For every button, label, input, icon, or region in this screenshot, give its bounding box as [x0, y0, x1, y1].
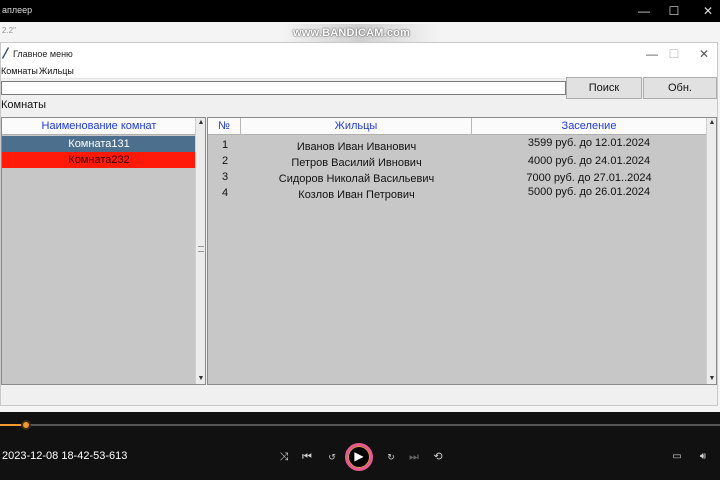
residents-header-row: № Жильцы Заселение	[208, 118, 706, 135]
subtitle-icon[interactable]: ▭	[668, 449, 686, 465]
table-row[interactable]: 1 Иванов Иван Иванович 3599 руб. до 12.0…	[208, 137, 706, 153]
table-row[interactable]: 4 Козлов Иван Петрович 5000 руб. до 26.0…	[208, 185, 706, 201]
refresh-button[interactable]: Обн.	[643, 77, 717, 99]
progress-track[interactable]	[0, 424, 720, 426]
cell-number: 2	[222, 155, 229, 167]
close-icon[interactable]: ✕	[700, 3, 716, 19]
table-row[interactable]: 3 Сидоров Николай Васильевич 7000 руб. д…	[208, 169, 706, 185]
room-row-alarm[interactable]: Комната232	[2, 152, 196, 168]
play-icon[interactable]: ▶	[345, 443, 373, 471]
repeat-icon[interactable]: ⟲	[429, 449, 447, 465]
col-header-residents[interactable]: Жильцы	[241, 118, 472, 135]
window-close-icon[interactable]: ✕	[695, 46, 713, 62]
maximize-icon[interactable]: ☐	[666, 3, 682, 19]
rewind-10-icon[interactable]: ↺	[323, 449, 341, 465]
residents-table[interactable]: № Жильцы Заселение 1 Иванов Иван Иванови…	[207, 117, 717, 385]
scroll-up-icon[interactable]: ▲	[196, 118, 206, 128]
window-title: Главное меню	[13, 49, 73, 59]
cell-resident: Козлов Иван Петрович	[298, 189, 415, 201]
menu-item-rooms[interactable]: Комнаты	[1, 66, 38, 76]
cell-number: 3	[222, 171, 229, 183]
forward-30-icon[interactable]: ↻	[382, 449, 400, 465]
shuffle-icon[interactable]: ⤨	[275, 449, 293, 465]
cell-number: 1	[222, 139, 229, 151]
scroll-down-icon[interactable]: ▼	[707, 374, 717, 384]
minimize-icon[interactable]: —	[636, 3, 652, 19]
scroll-down-icon[interactable]: ▼	[196, 374, 206, 384]
col-header-stay[interactable]: Заселение	[472, 118, 706, 135]
window-minimize-icon[interactable]: —	[643, 46, 661, 62]
rooms-scrollbar[interactable]: ▲ ▼	[195, 118, 205, 384]
menu-item-residents[interactable]: Жильцы	[39, 66, 74, 76]
cell-number: 4	[222, 187, 229, 199]
feather-icon	[1, 47, 9, 61]
room-row-selected[interactable]: Комната131	[2, 136, 196, 152]
search-input[interactable]	[1, 81, 566, 95]
rooms-column-header[interactable]: Наименование комнат	[2, 118, 196, 135]
player-controls: 2023-12-08 18-42-53-613 ⤨ ⏮ ↺ ▶ ↻ ⏭ ⟲ ▭ …	[0, 412, 720, 480]
next-icon[interactable]: ⏭	[405, 449, 423, 465]
main-menu-window: Главное меню — ☐ ✕ Комнаты Жильцы Поиск …	[0, 42, 718, 406]
residents-scrollbar[interactable]: ▲ ▼	[706, 118, 716, 384]
cell-stay: 5000 руб. до 26.01.2024	[527, 186, 651, 198]
bandicam-watermark: www.BANDICAM.com	[293, 27, 411, 39]
previous-icon[interactable]: ⏮	[298, 449, 316, 465]
window-titlebar: Главное меню — ☐ ✕	[1, 43, 717, 65]
volume-icon[interactable]: 🔊︎	[694, 449, 712, 465]
cell-stay: 4000 руб. до 24.01.2024	[527, 155, 651, 167]
window-maximize-icon[interactable]: ☐	[665, 46, 683, 62]
table-row[interactable]: 2 Петров Василий Ивнович 4000 руб. до 24…	[208, 153, 706, 169]
col-header-number[interactable]: №	[208, 118, 241, 135]
ghost-caption: 2.2"	[2, 26, 16, 35]
player-top-bar: аплеер — ☐ ✕	[0, 0, 720, 22]
timestamp-label: 2023-12-08 18-42-53-613	[2, 450, 128, 462]
player-title: аплеер	[2, 5, 33, 15]
rooms-list[interactable]: Наименование комнат Комната131 Комната23…	[1, 117, 206, 385]
rooms-section-label: Комнаты	[1, 99, 46, 111]
scroll-up-icon[interactable]: ▲	[707, 118, 717, 128]
scroll-grip-icon[interactable]	[198, 246, 204, 252]
progress-knob[interactable]	[21, 420, 31, 430]
search-button[interactable]: Поиск	[566, 77, 642, 99]
cell-stay: 3599 руб. до 12.01.2024	[527, 137, 651, 149]
